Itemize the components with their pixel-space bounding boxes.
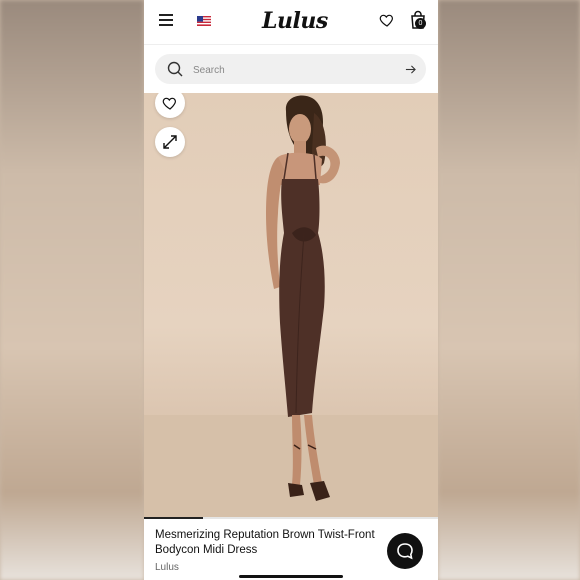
gallery-progress [144, 517, 438, 519]
search-bar[interactable] [155, 54, 426, 84]
lulus-logo[interactable]: Lulus [262, 8, 328, 34]
cart-count-badge: 0 [415, 18, 426, 29]
site-header: Lulus 0 [144, 0, 438, 45]
home-indicator [239, 575, 343, 578]
product-title: Mesmerizing Reputation Brown Twist-Front… [155, 529, 375, 556]
expand-icon [163, 135, 177, 149]
arrow-right-icon[interactable] [405, 64, 416, 75]
heart-icon[interactable] [379, 12, 395, 28]
search-input[interactable] [191, 61, 375, 79]
model-photo [266, 95, 340, 501]
menu-icon[interactable] [159, 14, 173, 26]
phone-screen: Lulus 0 Search Mesmerizing Reputation Br… [144, 0, 438, 580]
heart-icon [162, 97, 176, 110]
product-brand[interactable]: Lulus [155, 562, 179, 573]
chat-button[interactable] [387, 533, 423, 569]
us-flag-icon[interactable] [197, 16, 211, 26]
search-icon [167, 61, 183, 77]
product-image[interactable] [144, 93, 438, 517]
gallery-progress-fill [144, 517, 203, 519]
chat-icon [397, 543, 413, 560]
expand-image-button[interactable] [155, 127, 185, 157]
favorite-button[interactable] [155, 93, 185, 118]
background-blur-right [438, 0, 580, 580]
background-blur-left [0, 0, 144, 580]
